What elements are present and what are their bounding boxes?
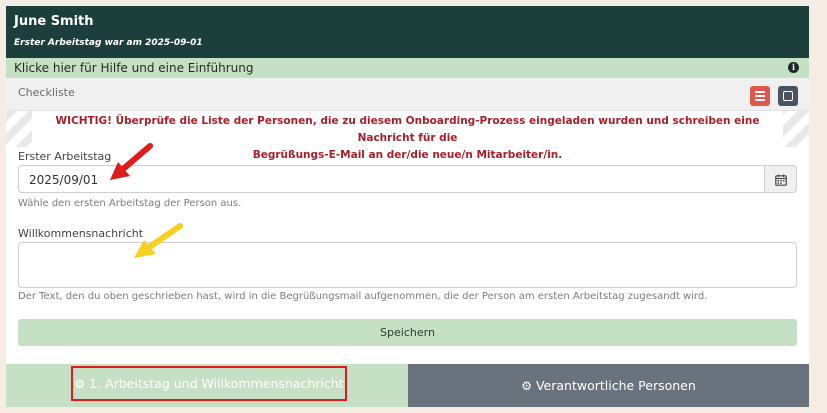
calendar-icon [775, 174, 787, 186]
square-icon [783, 91, 793, 101]
tab-first-day-label: 1. Arbeitstag und Willkommensnachricht [89, 376, 344, 391]
gear-icon: ⚙ [521, 379, 532, 393]
save-button[interactable]: Speichern [18, 319, 797, 346]
tab-responsible-persons-content[interactable]: ⚙ Verantwortliche Personen [408, 364, 809, 407]
first-day-hint: Wähle den ersten Arbeitstag der Person a… [18, 198, 242, 209]
list-icon [755, 91, 765, 93]
person-name: June Smith [14, 14, 94, 29]
red-arrow-icon [110, 143, 153, 180]
onboarding-card: June Smith Erster Arbeitstag war am 2025… [6, 6, 809, 407]
square-view-button[interactable] [778, 86, 798, 106]
first-day-subtitle: Erster Arbeitstag war am 2025-09-01 [14, 38, 203, 48]
tab-responsible-persons[interactable]: ⚙ Verantwortliche Personen [408, 364, 809, 407]
tab-highlight-box[interactable]: ⚙ 1. Arbeitstag und Willkommensnachricht [71, 366, 347, 401]
gear-icon: ⚙ [74, 377, 86, 391]
info-icon[interactable]: i [788, 62, 799, 73]
tab-first-day[interactable]: ⚙ 1. Arbeitstag und Willkommensnachricht [6, 364, 408, 407]
list-view-button[interactable] [750, 86, 770, 106]
header: June Smith Erster Arbeitstag war am 2025… [6, 6, 809, 58]
checklist-bar: Checkliste [6, 78, 809, 111]
welcome-hint: Der Text, den du oben geschrieben hast, … [18, 291, 708, 302]
tab-responsible-persons-label: Verantwortliche Personen [535, 378, 696, 393]
yellow-arrow-icon [134, 223, 183, 258]
first-day-label: Erster Arbeitstag [18, 150, 112, 163]
calendar-button[interactable] [765, 165, 797, 193]
help-text[interactable]: Klicke hier für Hilfe und eine Einführun… [14, 61, 254, 75]
help-bar[interactable]: Klicke hier für Hilfe und eine Einführun… [6, 58, 809, 78]
welcome-label: Willkommensnachricht [18, 227, 144, 240]
checklist-label: Checkliste [18, 86, 75, 99]
